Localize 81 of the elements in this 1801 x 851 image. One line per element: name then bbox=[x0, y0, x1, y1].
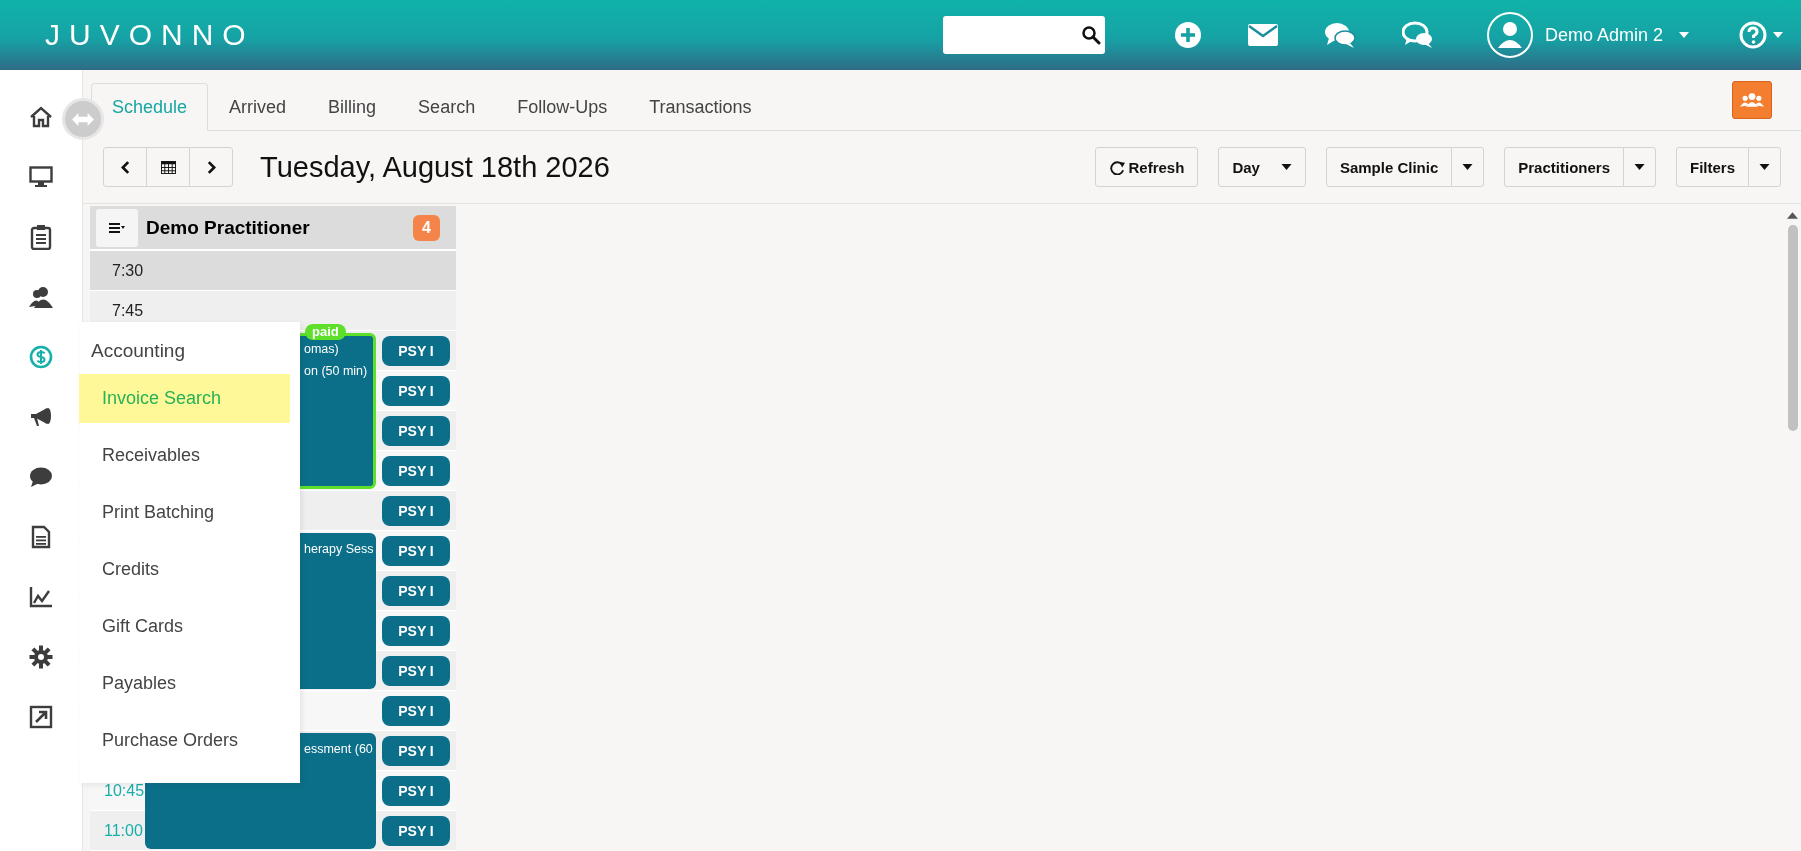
help-menu[interactable] bbox=[1739, 21, 1783, 49]
chat-search-icon[interactable] bbox=[1401, 21, 1434, 49]
menu-title: Accounting bbox=[90, 339, 186, 363]
resource-button[interactable]: PSY I bbox=[382, 336, 450, 366]
date-title: Tuesday, August 18th 2026 bbox=[260, 150, 610, 184]
practitioner-name: Demo Practitioner bbox=[146, 216, 311, 239]
tab[interactable]: Search bbox=[397, 83, 497, 131]
resource-button[interactable]: PSY I bbox=[382, 416, 450, 446]
paid-badge: paid bbox=[305, 324, 346, 340]
dropdown-button[interactable]: Day bbox=[1218, 147, 1306, 187]
chevron-left-icon bbox=[120, 160, 130, 174]
resource-button[interactable]: PSY I bbox=[382, 656, 450, 686]
caret-icon bbox=[1634, 164, 1645, 170]
appointment-text: herapy Sess bbox=[304, 541, 375, 557]
search-field[interactable] bbox=[942, 16, 1105, 54]
caret-icon bbox=[1462, 164, 1474, 170]
previous-day-button[interactable] bbox=[103, 147, 147, 187]
appointment-text: on (50 min) bbox=[304, 363, 369, 379]
dropdown-toggle[interactable] bbox=[1623, 147, 1656, 187]
resource-button[interactable]: PSY I bbox=[382, 496, 450, 526]
dropdown-toggle[interactable] bbox=[1748, 147, 1781, 187]
time-label: 7:45 bbox=[111, 302, 145, 320]
resource-button[interactable]: PSY I bbox=[382, 536, 450, 566]
help-icon bbox=[1739, 21, 1767, 49]
speech-bubble-icon bbox=[29, 466, 53, 488]
dollar-icon bbox=[29, 345, 53, 369]
caret-icon bbox=[1773, 32, 1783, 38]
refresh-button[interactable]: Refresh bbox=[1094, 147, 1199, 187]
time-label: 11:00 bbox=[103, 822, 144, 840]
time-label: 7:30 bbox=[111, 262, 145, 280]
resize-arrows-icon bbox=[72, 112, 94, 126]
caret-icon bbox=[1280, 164, 1292, 170]
time-label: 10:45 bbox=[103, 782, 145, 800]
logo[interactable]: JUVONNO bbox=[45, 18, 255, 52]
external-link-icon bbox=[29, 705, 53, 729]
caret-icon bbox=[1759, 164, 1770, 170]
resource-button[interactable]: PSY I bbox=[382, 376, 450, 406]
chevron-right-icon bbox=[206, 160, 216, 174]
group-icon bbox=[1740, 92, 1764, 108]
settings-icon bbox=[29, 645, 53, 669]
clipboard-icon bbox=[30, 224, 52, 250]
appointment-text: essment (60 bbox=[304, 741, 374, 757]
search-icon[interactable] bbox=[1080, 25, 1101, 45]
megaphone-icon bbox=[29, 406, 53, 428]
next-day-button[interactable] bbox=[189, 147, 233, 187]
tab[interactable]: Billing bbox=[307, 83, 398, 131]
resource-button[interactable]: PSY I bbox=[382, 776, 450, 806]
dropdown-toggle[interactable] bbox=[1451, 147, 1485, 187]
refresh-icon bbox=[1108, 159, 1126, 175]
document-icon bbox=[31, 525, 51, 549]
user-menu[interactable]: Demo Admin 2 bbox=[1486, 12, 1689, 58]
monitor-icon bbox=[29, 166, 53, 188]
resource-button[interactable]: PSY I bbox=[382, 696, 450, 726]
chat-icon[interactable] bbox=[1323, 21, 1356, 49]
add-icon[interactable] bbox=[1173, 21, 1202, 49]
tab[interactable]: Follow-Ups bbox=[496, 83, 629, 131]
group-button[interactable] bbox=[1732, 81, 1772, 119]
caret-icon bbox=[1679, 32, 1689, 38]
resource-button[interactable]: PSY I bbox=[382, 456, 450, 486]
dropdown-button[interactable]: Practitioners bbox=[1504, 147, 1624, 187]
tab[interactable]: Transactions bbox=[628, 83, 773, 131]
dropdown-button[interactable]: Filters bbox=[1676, 147, 1749, 187]
dropdown-button[interactable]: Sample Clinic bbox=[1325, 147, 1453, 187]
home-icon bbox=[29, 105, 53, 129]
line-chart-icon bbox=[29, 586, 53, 608]
resource-button[interactable]: PSY I bbox=[382, 576, 450, 606]
calendar-button[interactable] bbox=[146, 147, 190, 187]
appointment-text: omas) bbox=[304, 341, 340, 357]
count-badge: 4 bbox=[413, 214, 440, 241]
mail-icon[interactable] bbox=[1247, 24, 1278, 46]
resource-button[interactable]: PSY I bbox=[382, 816, 450, 846]
menu-icon bbox=[109, 222, 125, 233]
scroll-up-icon bbox=[1787, 212, 1798, 219]
avatar-icon bbox=[1486, 12, 1533, 58]
tab[interactable]: Arrived bbox=[208, 83, 308, 131]
column-menu-button[interactable] bbox=[96, 208, 138, 247]
scrollbar-thumb[interactable] bbox=[1787, 225, 1798, 431]
calendar-icon bbox=[160, 160, 176, 174]
users-icon bbox=[28, 285, 54, 309]
resource-button[interactable]: PSY I bbox=[382, 736, 450, 766]
resource-button[interactable]: PSY I bbox=[382, 616, 450, 646]
